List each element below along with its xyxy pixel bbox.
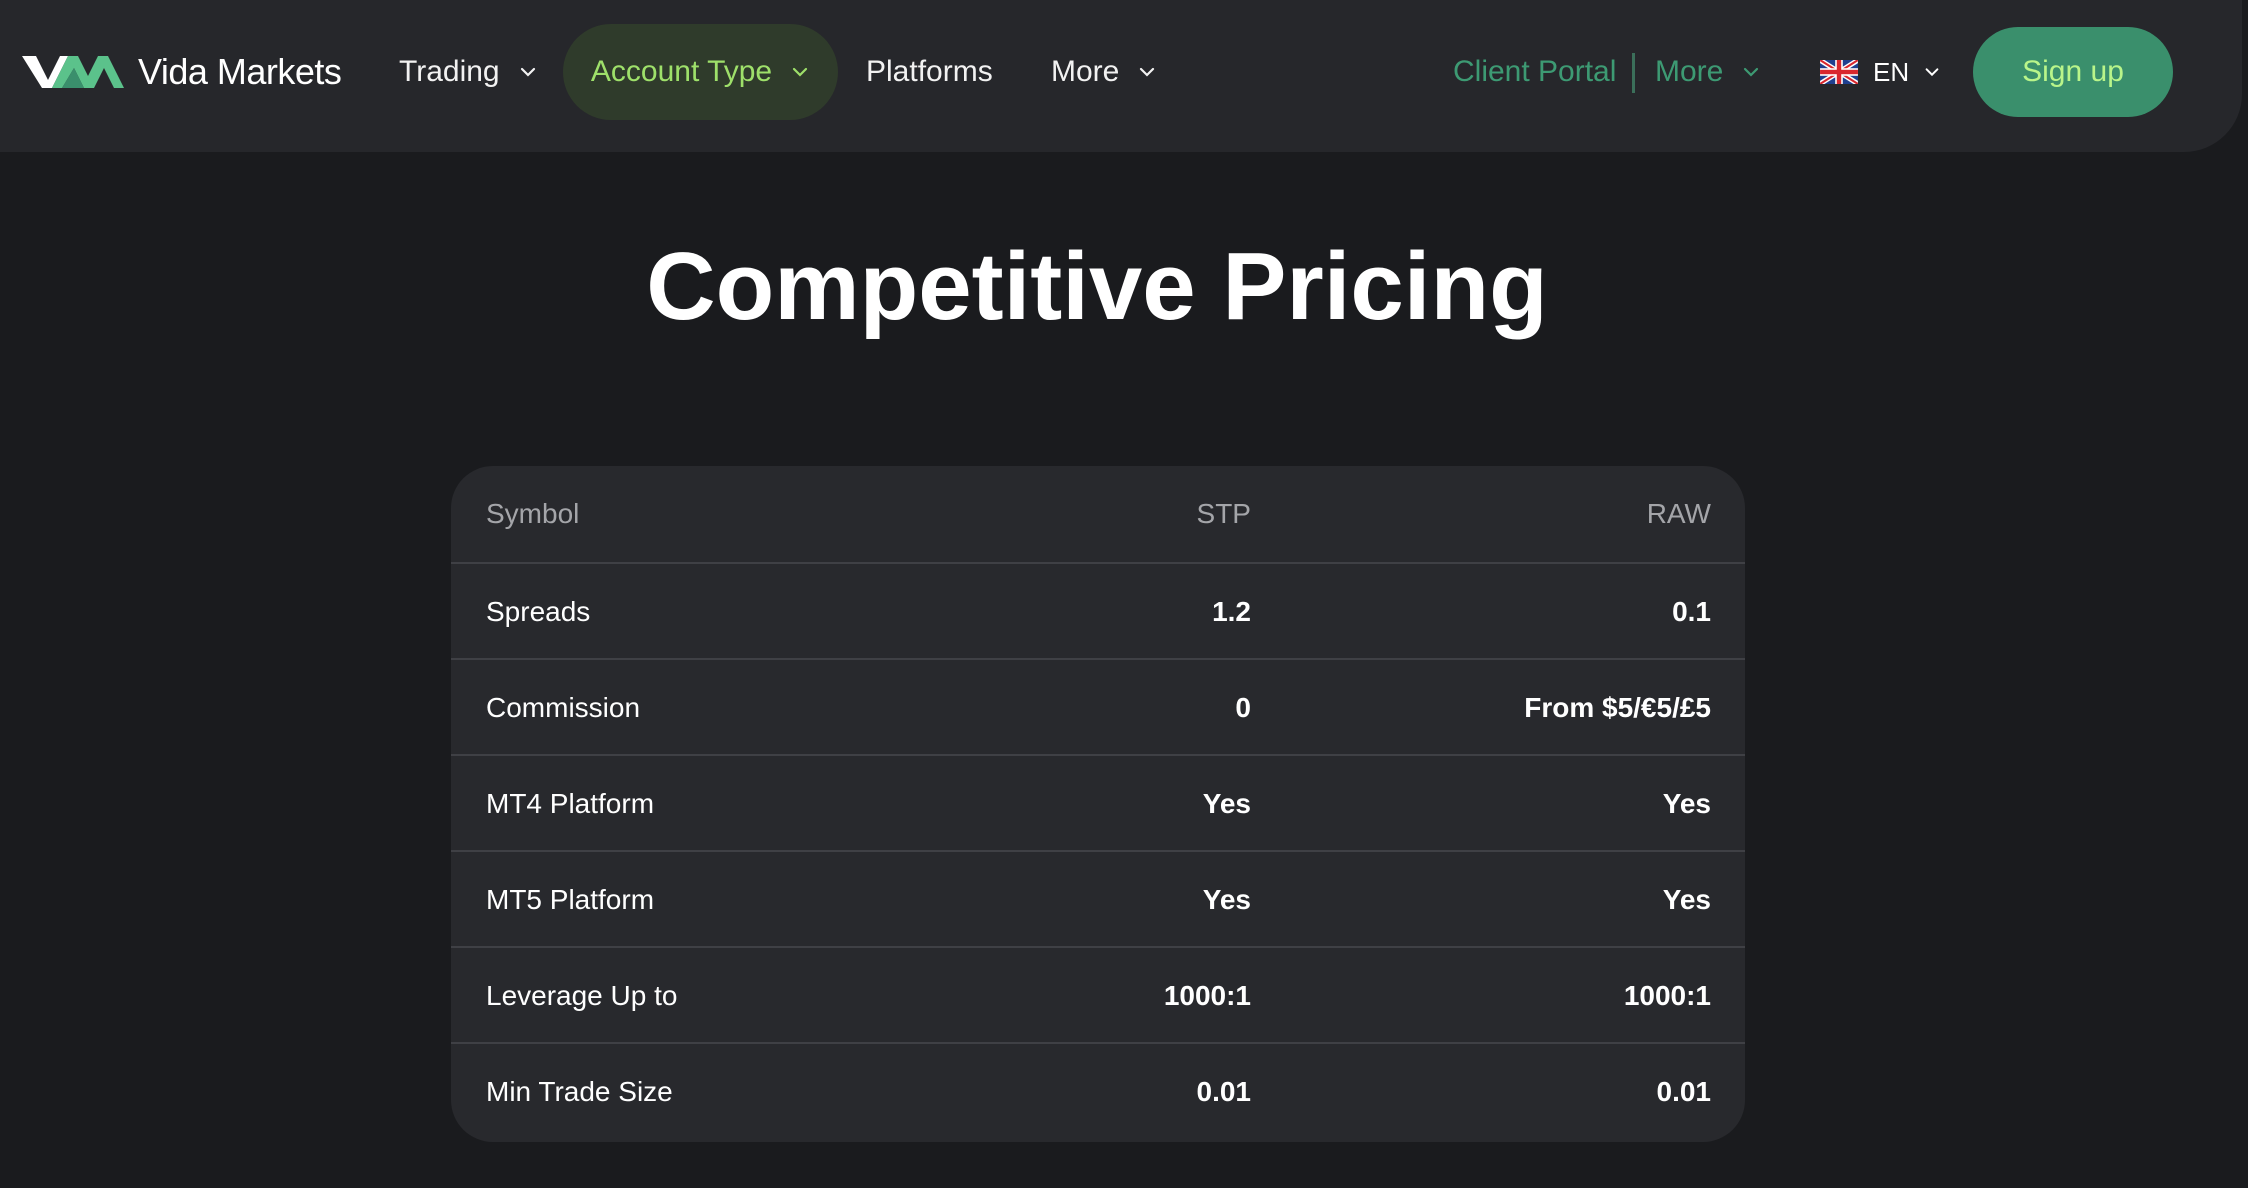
page-title: Competitive Pricing — [646, 233, 1548, 340]
raw-value: 1000:1 — [1623, 980, 1711, 1011]
client-portal-link[interactable]: Client Portal — [1453, 24, 1616, 120]
row-label: MT5 Platform — [486, 884, 655, 915]
table-row: MT4 Platform Yes Yes — [451, 754, 1745, 850]
row-label: Spreads — [486, 596, 591, 627]
brand-name: Vida Markets — [138, 51, 342, 92]
row-label: Commission — [486, 692, 641, 723]
pricing-table: Symbol STP RAW Spreads 1.2 0.1 Commissio… — [451, 466, 1745, 1142]
stp-value: 1000:1 — [1163, 980, 1251, 1011]
row-label: MT4 Platform — [486, 788, 655, 819]
stp-value: Yes — [1202, 788, 1251, 819]
stp-value: 0 — [1235, 692, 1251, 723]
nav-item-label: Platforms — [866, 55, 993, 88]
raw-value: From $5/€5/£5 — [1524, 692, 1711, 723]
chevron-down-icon — [1925, 68, 1939, 77]
stp-value: 0.01 — [1196, 1076, 1252, 1107]
raw-value: Yes — [1662, 884, 1711, 915]
language-label: EN — [1873, 56, 1910, 87]
table-row: Commission 0 From $5/€5/£5 — [451, 658, 1745, 754]
table-row: MT5 Platform Yes Yes — [451, 850, 1745, 946]
table-row: Spreads 1.2 0.1 — [451, 562, 1745, 658]
row-label: Leverage Up to — [486, 980, 678, 1011]
header-raw: RAW — [1646, 498, 1711, 529]
table-row: Min Trade Size 0.01 0.01 — [451, 1042, 1745, 1138]
nav-item-more[interactable]: More — [1051, 24, 1157, 120]
nav-item-label: Trading — [399, 55, 500, 88]
row-label: Min Trade Size — [486, 1076, 673, 1107]
raw-value: 0.1 — [1672, 596, 1711, 627]
nav-item-label: Account Type — [590, 55, 773, 88]
header-symbol: Symbol — [486, 498, 580, 529]
raw-value: Yes — [1662, 788, 1711, 819]
brand-logo[interactable]: Vida Markets — [22, 48, 342, 96]
raw-value: 0.01 — [1656, 1076, 1712, 1107]
stp-value: 1.2 — [1212, 596, 1251, 627]
nav-item-trading[interactable]: Trading — [399, 24, 538, 120]
nav-divider — [1632, 53, 1635, 93]
chevron-down-icon — [793, 67, 808, 77]
chevron-down-icon — [520, 67, 535, 77]
vida-markets-logo-icon — [22, 56, 124, 88]
more-dropdown-right[interactable]: More — [1655, 24, 1761, 120]
client-portal-label: Client Portal — [1453, 55, 1617, 88]
language-selector[interactable]: EN — [1820, 50, 1941, 94]
sign-up-button[interactable]: Sign up — [1973, 27, 2173, 117]
nav-item-label: More — [1051, 55, 1120, 88]
page: Vida Markets Trading Account Type Platfo… — [0, 0, 2248, 1188]
stp-value: Yes — [1202, 884, 1251, 915]
table-header-row: Symbol STP RAW — [451, 466, 1745, 562]
uk-flag-icon — [1820, 60, 1858, 84]
chevron-down-icon — [1140, 67, 1155, 77]
nav-item-platforms[interactable]: Platforms — [866, 24, 993, 120]
more-label: More — [1655, 55, 1724, 88]
header-stp: STP — [1196, 498, 1251, 529]
chevron-down-icon — [1744, 67, 1759, 77]
nav-item-account-type[interactable]: Account Type — [563, 24, 838, 120]
top-navigation-bar: Vida Markets Trading Account Type Platfo… — [0, 0, 2242, 152]
table-row: Leverage Up to 1000:1 1000:1 — [451, 946, 1745, 1042]
